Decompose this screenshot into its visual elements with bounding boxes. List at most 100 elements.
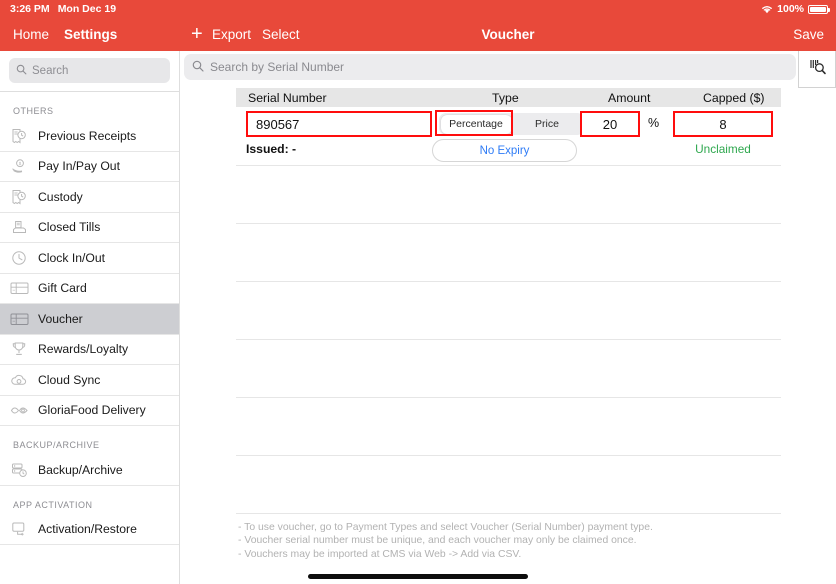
sidebar-item-label: Pay In/Pay Out (38, 159, 120, 174)
home-button[interactable]: Home (13, 27, 49, 42)
serial-search-placeholder: Search by Serial Number (210, 60, 345, 74)
table-row-empty[interactable] (236, 398, 781, 455)
home-indicator[interactable] (308, 574, 528, 579)
sidebar-item-label: Activation/Restore (38, 522, 137, 537)
sidebar-item-label: GloriaFood Delivery (38, 403, 146, 418)
sidebar-search-placeholder: Search (32, 64, 69, 77)
svg-text:$: $ (18, 161, 21, 166)
sidebar-item-gloriafood-delivery[interactable]: GloriaFood Delivery (0, 395, 179, 426)
expiry-button[interactable]: No Expiry (432, 139, 577, 162)
barcode-scan-button[interactable] (798, 51, 836, 88)
sidebar-item-label: Gift Card (38, 281, 87, 296)
footer-note-line: - Voucher serial number must be unique, … (238, 535, 637, 546)
sidebar-item-label: Custody (38, 189, 83, 204)
card-icon (9, 311, 29, 327)
column-header-serial-number: Serial Number (248, 91, 327, 105)
main-content: Search by Serial Number Serial Number Ty… (180, 51, 836, 584)
search-icon (16, 64, 27, 78)
sidebar-item-label: Clock In/Out (38, 250, 106, 265)
sidebar-item-label: Voucher (38, 311, 83, 326)
clock-icon (9, 250, 29, 266)
sidebar-item-label: Cloud Sync (38, 372, 101, 387)
issued-label: Issued: - (246, 142, 297, 156)
sidebar-item-label: Previous Receipts (38, 128, 137, 143)
sidebar-item-clock-in-out[interactable]: Clock In/Out (0, 243, 179, 274)
card-icon (9, 280, 29, 296)
sidebar-item-cloud-sync[interactable]: Cloud Sync (0, 365, 179, 396)
table-row-empty[interactable] (236, 224, 781, 281)
serial-search-input[interactable]: Search by Serial Number (184, 54, 796, 80)
sidebar: Search OTHERS Previous Receipts $ Pay In… (0, 51, 180, 584)
wifi-icon (761, 4, 773, 14)
serial-number-input[interactable]: 890567 (246, 111, 432, 137)
sidebar-group-header-others: OTHERS (0, 92, 179, 121)
sidebar-group-others: OTHERS Previous Receipts $ Pay In/Pay Ou… (0, 92, 179, 426)
page-title-settings: Settings (64, 27, 118, 42)
sidebar-item-label: Rewards/Loyalty (38, 342, 129, 357)
register-icon (9, 219, 29, 235)
sidebar-item-pay-in-pay-out[interactable]: $ Pay In/Pay Out (0, 151, 179, 182)
status-bar: 3:26 PM Mon Dec 19 100% (0, 0, 836, 18)
status-bar-right: 100% (761, 3, 830, 15)
status-bar-left: 3:26 PM Mon Dec 19 (10, 3, 116, 15)
search-icon (192, 60, 204, 75)
battery-percent-label: 100% (777, 3, 804, 15)
save-button[interactable]: Save (793, 27, 824, 42)
amount-unit-label: % (648, 116, 660, 130)
navigation-bar-sidebar-section: Home Settings (0, 18, 180, 51)
trophy-icon (9, 341, 29, 357)
table-row: 890567 Percentage Price 20 % 8 (180, 110, 836, 139)
sidebar-item-previous-receipts[interactable]: Previous Receipts (0, 121, 179, 152)
status-time: 3:26 PM (10, 3, 50, 15)
sidebar-group-app-activation: APP ACTIVATION Activation/Restore (0, 485, 179, 545)
type-segmented-control[interactable]: Percentage Price (439, 113, 584, 135)
cash-hand-icon: $ (9, 158, 29, 174)
sidebar-item-custody[interactable]: Custody (0, 182, 179, 213)
type-option-price[interactable]: Price (512, 115, 583, 134)
receipt-icon (9, 189, 29, 205)
type-option-percentage[interactable]: Percentage (440, 114, 512, 134)
sidebar-search-container: Search (0, 51, 179, 91)
column-header-capped: Capped ($) (703, 91, 765, 105)
table-row-empty[interactable] (236, 282, 781, 339)
database-clock-icon (9, 462, 29, 478)
table-row-empty[interactable] (236, 456, 781, 513)
navigation-bar: Home Settings + Export Select Voucher Sa… (0, 18, 836, 51)
sidebar-group-header-backup-archive: BACKUP/ARCHIVE (0, 426, 179, 455)
sidebar-search-input[interactable]: Search (9, 58, 170, 83)
leaf-icon (9, 402, 29, 418)
sidebar-group-header-app-activation: APP ACTIVATION (0, 485, 179, 515)
sidebar-group-backup-archive: BACKUP/ARCHIVE Backup/Archive (0, 426, 179, 486)
battery-full-icon (808, 4, 830, 14)
navigation-bar-main-section: + Export Select Voucher Save (180, 18, 836, 51)
cloud-icon (9, 372, 29, 388)
voucher-table: Serial Number Type Amount Capped ($) 890… (180, 88, 836, 514)
sidebar-item-rewards-loyalty[interactable]: Rewards/Loyalty (0, 334, 179, 365)
footer-notes: - To use voucher, go to Payment Types an… (238, 521, 798, 562)
sidebar-item-label: Backup/Archive (38, 462, 123, 477)
column-header-type: Type (492, 91, 519, 105)
status-date: Mon Dec 19 (57, 3, 117, 15)
footer-note-line: - To use voucher, go to Payment Types an… (238, 521, 653, 533)
table-row-empty[interactable] (236, 340, 781, 397)
sidebar-item-label: Closed Tills (38, 220, 101, 235)
device-restore-icon (9, 521, 29, 537)
capped-input[interactable]: 8 (673, 111, 773, 137)
sidebar-item-closed-tills[interactable]: Closed Tills (0, 212, 179, 243)
column-header-amount: Amount (608, 91, 651, 105)
table-row-empty[interactable] (236, 166, 781, 223)
barcode-scan-icon (808, 57, 827, 81)
sidebar-item-activation-restore[interactable]: Activation/Restore (0, 514, 179, 545)
main-search-row: Search by Serial Number (180, 51, 836, 88)
voucher-table-header: Serial Number Type Amount Capped ($) (236, 88, 781, 107)
page-title: Voucher (481, 27, 535, 42)
receipt-icon (9, 128, 29, 144)
amount-input[interactable]: 20 (580, 111, 640, 137)
sidebar-item-backup-archive[interactable]: Backup/Archive (0, 455, 179, 486)
status-badge: Unclaimed (695, 142, 751, 156)
table-row-details: Issued: - No Expiry Unclaimed (180, 139, 836, 165)
row-divider (236, 513, 781, 514)
sidebar-item-gift-card[interactable]: Gift Card (0, 273, 179, 304)
footer-note-line: - Vouchers may be imported at CMS via We… (238, 548, 522, 560)
sidebar-item-voucher[interactable]: Voucher (0, 304, 179, 335)
